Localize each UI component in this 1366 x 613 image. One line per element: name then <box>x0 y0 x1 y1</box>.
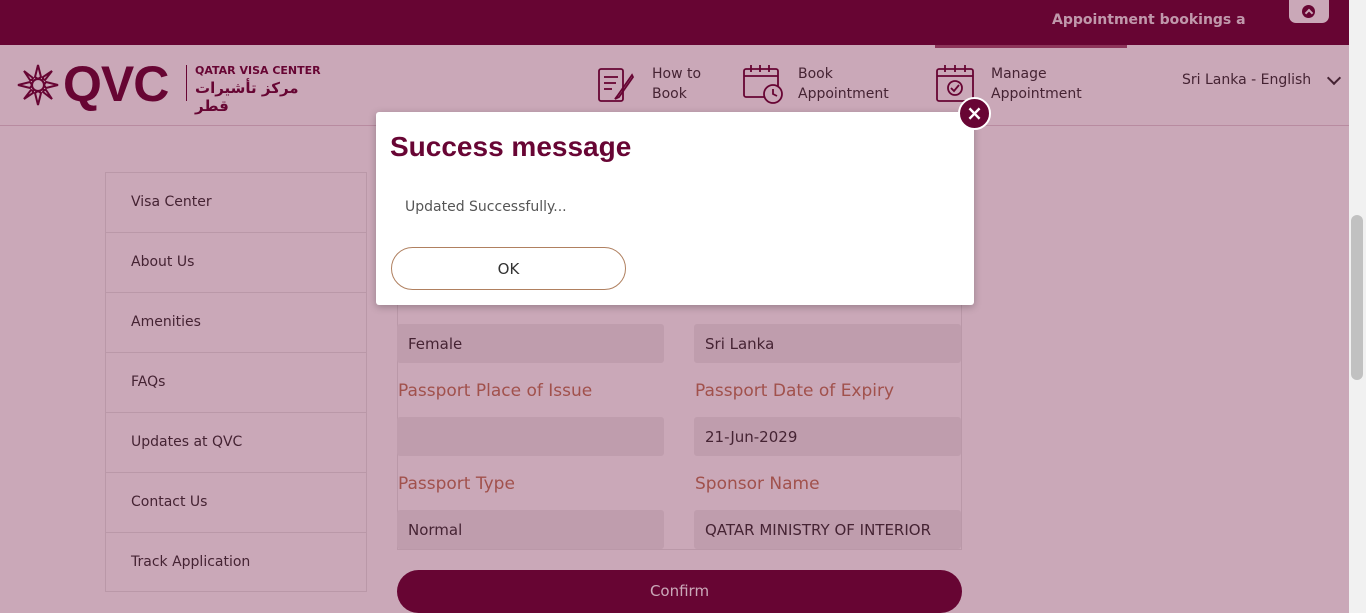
scrollbar-thumb[interactable] <box>1351 215 1363 380</box>
dialog-title: Success message <box>390 131 632 162</box>
page-scrollbar[interactable] <box>1349 0 1366 613</box>
success-dialog: Success message Updated Successfully... … <box>376 112 974 305</box>
close-icon[interactable]: × <box>958 97 991 130</box>
modal-backdrop[interactable] <box>0 0 1349 613</box>
dialog-message: Updated Successfully... <box>405 199 567 215</box>
ok-button[interactable]: OK <box>391 247 626 290</box>
